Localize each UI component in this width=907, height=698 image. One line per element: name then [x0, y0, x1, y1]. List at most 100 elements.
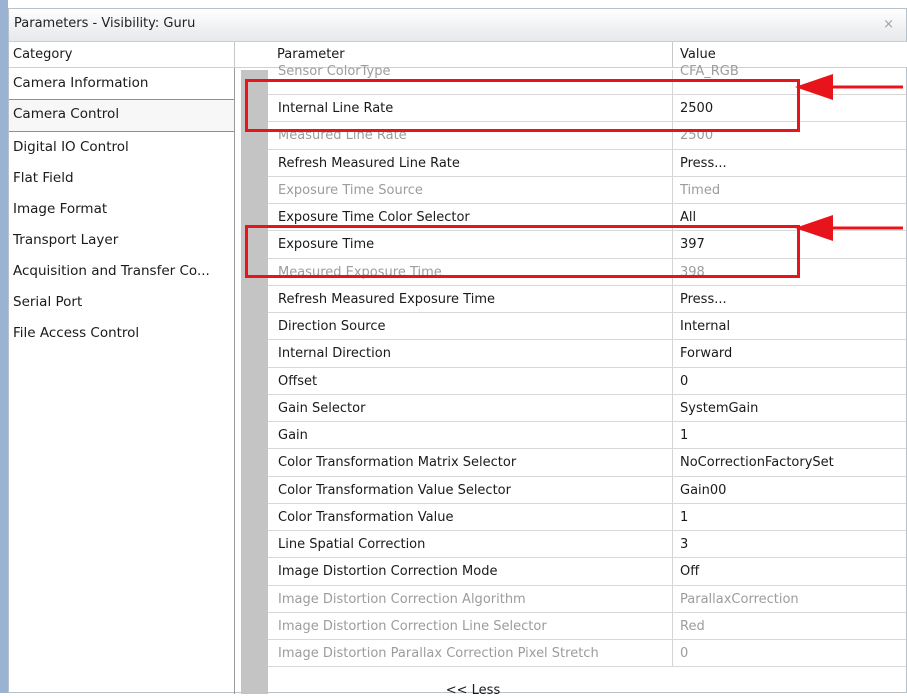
parameter-name: Internal Direction — [278, 346, 391, 362]
category-item[interactable]: Flat Field — [9, 163, 234, 194]
parameter-value-cell[interactable]: Gain00 — [672, 476, 907, 503]
close-icon[interactable]: × — [883, 17, 894, 32]
parameter-name: Image Distortion Correction Mode — [278, 564, 498, 580]
parameter-grid: Sensor ColorType CFA_RGB Internal Line Rat… — [268, 64, 907, 668]
parameter-row[interactable]: Color Transformation Value 1 — [268, 503, 907, 531]
parameter-row[interactable]: Offset 0 — [268, 367, 907, 395]
parameter-value: 397 — [680, 237, 705, 253]
parameter-value-cell[interactable]: 1 — [672, 422, 907, 449]
parameter-value: 0 — [680, 646, 689, 661]
parameter-row[interactable]: Gain 1 — [268, 422, 907, 450]
parameter-name: Color Transformation Value Selector — [278, 482, 511, 498]
parameter-name: Image Distortion Correction Line Selecto… — [278, 618, 547, 634]
parameter-value-cell: Red — [672, 612, 907, 639]
parameter-row[interactable]: Internal Direction Forward — [268, 340, 907, 368]
parameter-row[interactable]: Color Transformation Matrix Selector NoCo… — [268, 449, 907, 477]
parameters-window: Parameters - Visibility: Guru × Category… — [8, 8, 907, 698]
category-list: Camera Information Camera Control Digital … — [9, 68, 235, 694]
parameter-value-cell[interactable]: SystemGain — [672, 394, 907, 421]
parameter-value-cell[interactable]: Off — [672, 558, 907, 585]
category-item[interactable]: Acquisition and Transfer Co... — [9, 256, 234, 287]
category-item[interactable]: Digital IO Control — [9, 132, 234, 163]
parameter-value: 0 — [680, 373, 689, 389]
parameter-value: 2500 — [680, 128, 714, 144]
parameter-name: Gain — [278, 428, 308, 443]
category-item[interactable]: Camera Information — [9, 68, 234, 99]
parameter-value-cell[interactable]: 3 — [672, 531, 907, 558]
parameter-value: Press... — [680, 155, 727, 171]
parameter-value: Gain00 — [680, 482, 727, 498]
parameter-value: Internal — [680, 319, 731, 334]
parameter-value-cell[interactable]: NoCorrectionFactorySet — [672, 449, 907, 476]
parameter-row[interactable]: Image Distortion Parallax Correction Pix… — [268, 640, 907, 668]
parameter-value: Forward — [680, 346, 733, 362]
parameter-value-cell[interactable]: 1 — [672, 503, 907, 530]
parameter-name: Image Distortion Parallax Correction Pix… — [278, 646, 599, 661]
parameter-row[interactable]: Direction Source Internal — [268, 313, 907, 341]
parameter-value: Press... — [680, 291, 727, 307]
parameter-row[interactable]: Gain Selector SystemGain — [268, 394, 907, 422]
parameter-value-cell[interactable]: Press... — [672, 149, 907, 176]
parameter-name: Color Transformation Value — [278, 509, 454, 525]
category-item[interactable]: File Access Control — [9, 318, 234, 349]
less-button[interactable]: << Less — [268, 683, 678, 698]
parameter-value-cell[interactable]: Internal — [672, 313, 907, 340]
parameter-value: SystemGain — [680, 400, 759, 416]
parameter-value-cell: 2500 — [672, 122, 907, 149]
parameter-value-cell: 398 — [672, 258, 907, 285]
parameter-row[interactable]: Image Distortion Correction Line Selecto… — [268, 612, 907, 640]
parameter-name: Measured Line Rate — [278, 128, 407, 144]
parameter-row[interactable]: Image Distortion Correction Algorithm Par… — [268, 585, 907, 613]
arrow-annotation-2 — [795, 215, 903, 241]
parameter-row[interactable]: Measured Exposure Time 398 — [268, 258, 907, 286]
parameter-row[interactable]: Measured Line Rate 2500 — [268, 122, 907, 150]
parameter-name: Gain Selector — [278, 400, 366, 416]
parameter-row[interactable]: Line Spatial Correction 3 — [268, 531, 907, 559]
parameter-header-label: Parameter — [277, 47, 345, 62]
parameter-value: Red — [680, 618, 705, 634]
parameter-name: Color Transformation Matrix Selector — [278, 455, 517, 471]
parameter-name: Exposure Time Color Selector — [278, 210, 470, 225]
parameter-row[interactable]: Image Distortion Correction Mode Off — [268, 558, 907, 586]
parameter-value: All — [680, 210, 697, 225]
parameter-value: CFA_RGB — [680, 64, 739, 79]
parameter-row[interactable]: Exposure Time Source Timed — [268, 176, 907, 204]
category-item[interactable]: Serial Port — [9, 287, 234, 318]
parameter-value-cell: 0 — [672, 640, 907, 667]
parameter-row[interactable]: Refresh Measured Line Rate Press... — [268, 149, 907, 177]
parameter-row[interactable]: Refresh Measured Exposure Time Press... — [268, 285, 907, 313]
parameter-value: 398 — [680, 264, 705, 280]
parameter-name: Line Spatial Correction — [278, 537, 426, 552]
parameter-name: Refresh Measured Line Rate — [278, 155, 460, 171]
value-header-label: Value — [680, 47, 716, 62]
arrow-annotation-1 — [795, 74, 903, 100]
category-item[interactable]: Camera Control — [9, 99, 234, 132]
parameter-value-cell[interactable]: Press... — [672, 285, 907, 312]
window-title: Parameters - Visibility: Guru — [14, 16, 196, 31]
parameter-name: Internal Line Rate — [278, 101, 394, 116]
category-item[interactable]: Image Format — [9, 194, 234, 225]
parameter-name: Exposure Time Source — [278, 182, 423, 198]
parameter-value-cell[interactable]: Forward — [672, 340, 907, 367]
parameter-name: Sensor ColorType — [278, 64, 391, 79]
parameter-value: 1 — [680, 428, 689, 443]
parameter-value: Timed — [680, 182, 721, 198]
parameter-name: Measured Exposure Time — [278, 264, 442, 280]
parameter-row[interactable]: Color Transformation Value Selector Gain0… — [268, 476, 907, 504]
parameter-value-cell: ParallaxCorrection — [672, 585, 907, 612]
left-window-edge — [0, 0, 8, 693]
parameter-value: 3 — [680, 537, 689, 552]
title-bar[interactable]: Parameters - Visibility: Guru × — [9, 9, 906, 42]
category-header-label: Category — [13, 47, 73, 62]
category-item[interactable]: Transport Layer — [9, 225, 234, 256]
parameter-value: Off — [680, 564, 700, 580]
row-gutter — [241, 70, 268, 694]
parameter-value: 2500 — [680, 101, 714, 116]
parameter-name: Image Distortion Correction Algorithm — [278, 591, 526, 607]
parameter-value-cell: Timed — [672, 176, 907, 203]
arrow-head-1 — [795, 74, 833, 100]
parameter-name: Refresh Measured Exposure Time — [278, 291, 495, 307]
category-column-header[interactable]: Category — [9, 42, 235, 67]
parameter-value-cell[interactable]: 0 — [672, 367, 907, 394]
parameter-value: NoCorrectionFactorySet — [680, 455, 834, 471]
